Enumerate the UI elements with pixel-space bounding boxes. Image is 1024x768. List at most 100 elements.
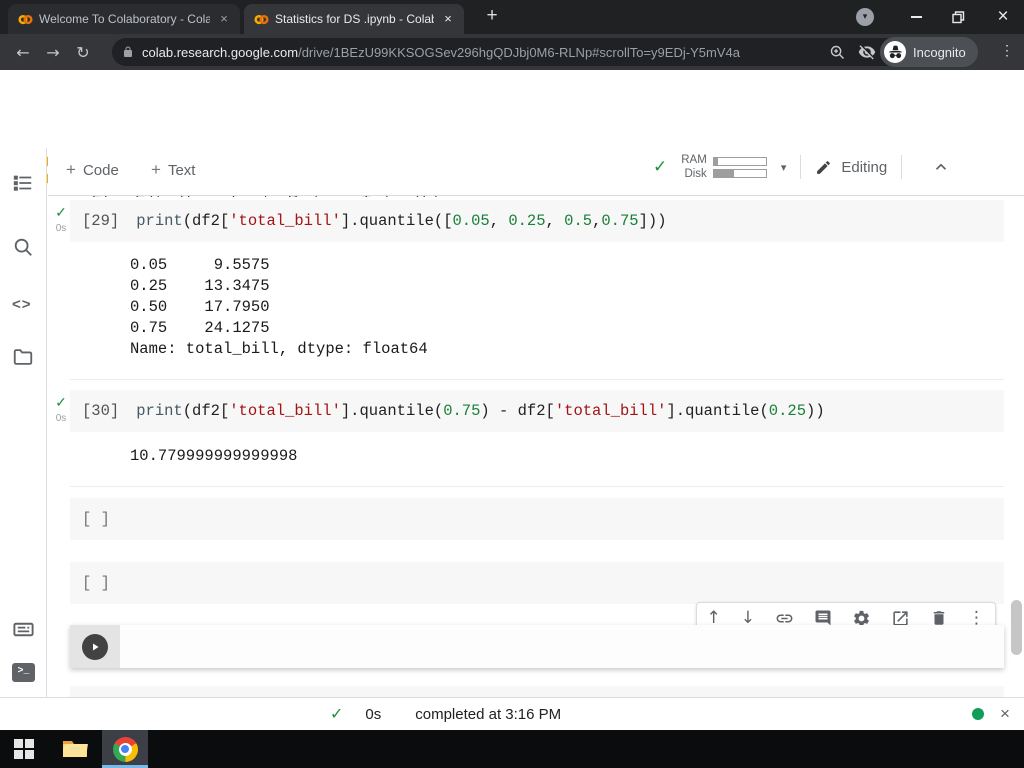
forward-button[interactable]: → [38, 43, 68, 62]
cell-output: 0.05 9.5575 0.25 13.3475 0.50 17.7950 0.75 … [130, 255, 428, 360]
tab-close-icon[interactable]: × [440, 11, 456, 27]
run-cell-button[interactable] [82, 633, 108, 660]
browser-tab-welcome[interactable]: Welcome To Colaboratory - Colab × [8, 4, 240, 34]
browser-tab-statistics[interactable]: Statistics for DS .ipynb - Colabora × [244, 4, 464, 34]
address-bar[interactable]: colab.research.google.com/drive/1BEzU99K… [112, 38, 912, 66]
code-token: , [592, 212, 602, 230]
window-restore-button[interactable] [938, 0, 978, 34]
minimize-icon [910, 16, 922, 18]
cell-gutter: ✓ 0s [52, 204, 70, 234]
ram-meter-fill [713, 157, 718, 165]
url-text[interactable]: colab.research.google.com/drive/1BEzU99K… [142, 45, 817, 60]
execution-message: completed at 3:16 PM [415, 705, 562, 723]
code-token: print [136, 212, 183, 230]
cell-editor[interactable]: [ ] [70, 562, 1004, 604]
back-button[interactable]: ← [8, 43, 38, 62]
tab-close-icon[interactable]: × [216, 11, 232, 27]
reload-button[interactable]: ↻ [68, 43, 98, 62]
status-dot [972, 708, 984, 720]
active-code-cell[interactable] [70, 625, 1004, 668]
more-cell-actions-icon[interactable]: ⋮ [968, 609, 985, 627]
start-button[interactable] [14, 739, 34, 759]
code-editor[interactable] [120, 625, 1004, 668]
restore-icon [951, 10, 964, 23]
move-cell-down-button[interactable]: ↓ [741, 609, 755, 627]
code-token: 0.05 [452, 212, 490, 230]
move-cell-up-button[interactable]: ↑ [707, 609, 721, 627]
code-line[interactable]: print(df2['total_bill'].quantile(0.75) -… [136, 402, 824, 420]
exec-count: [ ] [82, 510, 110, 528]
incognito-label: Incognito [913, 44, 966, 60]
code-snippets-icon[interactable]: <> [12, 296, 32, 313]
editing-mode-button[interactable]: Editing [815, 159, 887, 176]
output-line: 0.75 24.1275 [130, 319, 270, 337]
exec-count: [30] [82, 402, 120, 420]
resource-meters[interactable] [712, 156, 767, 178]
incognito-spy-icon [884, 41, 906, 63]
password-eye-off-icon[interactable] [858, 43, 876, 61]
exec-time: 0s [55, 223, 67, 234]
terminal-icon[interactable]: >_ [12, 663, 35, 682]
incognito-badge: Incognito [880, 37, 978, 67]
output-line: Name: total_bill, dtype: float64 [130, 340, 428, 358]
new-tab-button[interactable]: + [478, 2, 506, 30]
code-token: )) [806, 402, 825, 420]
cell-output: 10.779999999999998 [130, 446, 297, 467]
files-folder-icon[interactable] [12, 346, 34, 368]
notebook-scroll-area[interactable]: ✓ 0s [29] print(df2['total_bill'].quanti… [48, 197, 1024, 697]
resources-area: ✓ RAM Disk ▾ Editing [653, 154, 950, 180]
play-icon [93, 643, 99, 650]
command-palette-icon[interactable] [12, 618, 35, 641]
output-line: 0.25 13.3475 [130, 277, 270, 295]
code-token: (df2[ [182, 402, 230, 420]
code-line[interactable]: print(df2['total_bill'].quantile([0.05, … [136, 212, 666, 230]
code-token: , [489, 212, 509, 230]
zoom-page-icon[interactable] [829, 44, 846, 61]
code-token: 'total_bill' [554, 402, 667, 420]
cell-run-gutter [70, 625, 120, 668]
ram-meter [712, 156, 767, 166]
code-token: ) - df2[ [480, 402, 555, 420]
add-code-button[interactable]: + Code [66, 160, 119, 180]
collapse-toolbar-chevron-up-icon[interactable] [932, 158, 950, 176]
resource-labels: RAM Disk [681, 154, 707, 180]
code-token: 0.25 [508, 212, 546, 230]
window-close-button[interactable]: × [982, 0, 1024, 34]
code-token: 'total_bill' [229, 212, 341, 230]
code-token: print [136, 402, 183, 420]
chrome-taskbar-button[interactable] [102, 730, 148, 768]
close-icon: × [997, 6, 1009, 27]
execution-time: 0s [365, 705, 382, 723]
browser-menu-icon[interactable]: ⋮ [1000, 42, 1014, 59]
code-token: , [545, 212, 565, 230]
colab-favicon [254, 14, 269, 24]
search-icon[interactable] [12, 236, 34, 258]
cell-editor[interactable]: [ ] [70, 498, 1004, 540]
code-token: 0.25 [768, 402, 807, 420]
divider [800, 155, 802, 179]
left-sidebar: <> >_ [0, 148, 47, 697]
resources-caret-icon[interactable]: ▾ [781, 161, 787, 174]
browser-urlbar: ← → ↻ colab.research.google.com/drive/1B… [0, 34, 1024, 70]
output-line: 0.05 9.5575 [130, 256, 270, 274]
disk-meter-fill [713, 169, 734, 177]
cell-editor[interactable]: [30] print(df2['total_bill'].quantile(0.… [70, 390, 1004, 432]
tab-title: Welcome To Colaboratory - Colab [39, 12, 210, 26]
table-of-contents-icon[interactable] [12, 172, 34, 194]
media-controls-button[interactable]: ▾ [850, 0, 880, 34]
window-minimize-button[interactable] [896, 0, 936, 34]
cell-editor[interactable]: [29] print(df2['total_bill'].quantile([0… [70, 200, 1004, 242]
browser-tabstrip: Welcome To Colaboratory - Colab × Statis… [0, 0, 1024, 34]
exec-count: [29] [82, 212, 120, 230]
cell-divider [70, 486, 1004, 487]
scrollbar-thumb[interactable] [1011, 600, 1022, 655]
add-code-label: Code [82, 161, 119, 179]
colab-favicon [18, 14, 33, 24]
file-explorer-button[interactable] [62, 738, 88, 760]
add-text-label: Text [167, 161, 196, 179]
code-token: 0.75 [601, 212, 639, 230]
add-text-button[interactable]: + Text [151, 160, 195, 180]
code-token: ].quantile([ [340, 212, 453, 230]
dismiss-status-icon[interactable]: × [1000, 704, 1010, 724]
check-icon: ✓ [55, 394, 67, 410]
